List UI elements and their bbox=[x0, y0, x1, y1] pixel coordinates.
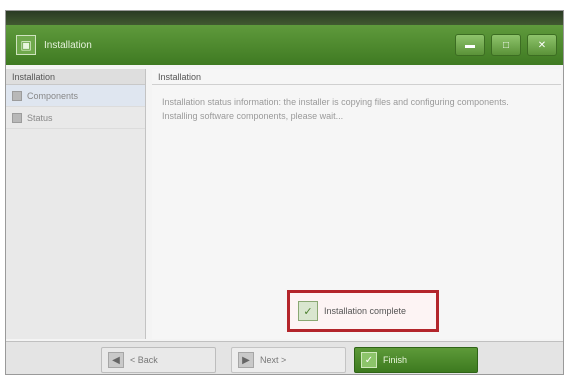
window-controls: ▬ □ ✕ bbox=[455, 34, 557, 56]
window-title: Installation bbox=[44, 39, 92, 51]
installer-window: ▣ Installation ▬ □ ✕ Installation Compon… bbox=[5, 10, 564, 375]
footer-bar: ◀ < Back ▶ Next > ✓ Finish bbox=[6, 341, 563, 374]
sidebar-header: Installation bbox=[6, 69, 145, 85]
sidebar: Installation Components Status bbox=[6, 69, 146, 339]
sidebar-item-status[interactable]: Status bbox=[6, 107, 145, 129]
close-icon: ✕ bbox=[537, 39, 547, 51]
content-line: Installation status information: the ins… bbox=[162, 97, 509, 107]
back-arrow-icon: ◀ bbox=[108, 352, 124, 368]
checkmark-icon: ✓ bbox=[298, 301, 318, 321]
title-bar: ▣ Installation ▬ □ ✕ bbox=[6, 25, 563, 65]
back-button-label: < Back bbox=[130, 355, 158, 365]
completion-notification[interactable]: ✓ Installation complete bbox=[287, 290, 439, 332]
maximize-icon: □ bbox=[502, 39, 510, 51]
maximize-button[interactable]: □ bbox=[491, 34, 521, 56]
content-header: Installation bbox=[152, 69, 561, 85]
minimize-icon: ▬ bbox=[465, 39, 475, 51]
status-icon bbox=[12, 112, 22, 123]
next-button[interactable]: ▶ Next > bbox=[231, 347, 346, 373]
sidebar-item-components[interactable]: Components bbox=[6, 85, 145, 107]
finish-button[interactable]: ✓ Finish bbox=[354, 347, 478, 373]
content-line: Installing software components, please w… bbox=[162, 111, 344, 121]
back-button[interactable]: ◀ < Back bbox=[101, 347, 216, 373]
installer-icon: ▣ bbox=[16, 35, 36, 55]
finish-icon: ✓ bbox=[361, 352, 377, 368]
minimize-button[interactable]: ▬ bbox=[455, 34, 485, 56]
component-icon bbox=[12, 90, 22, 101]
next-button-label: Next > bbox=[260, 355, 287, 365]
window-top-bar bbox=[6, 11, 563, 25]
next-arrow-icon: ▶ bbox=[238, 352, 254, 368]
notification-text: Installation complete bbox=[324, 306, 407, 316]
finish-button-label: Finish bbox=[383, 355, 408, 365]
sidebar-item-label: Status bbox=[27, 112, 53, 123]
sidebar-item-label: Components bbox=[27, 90, 79, 101]
close-button[interactable]: ✕ bbox=[527, 34, 557, 56]
